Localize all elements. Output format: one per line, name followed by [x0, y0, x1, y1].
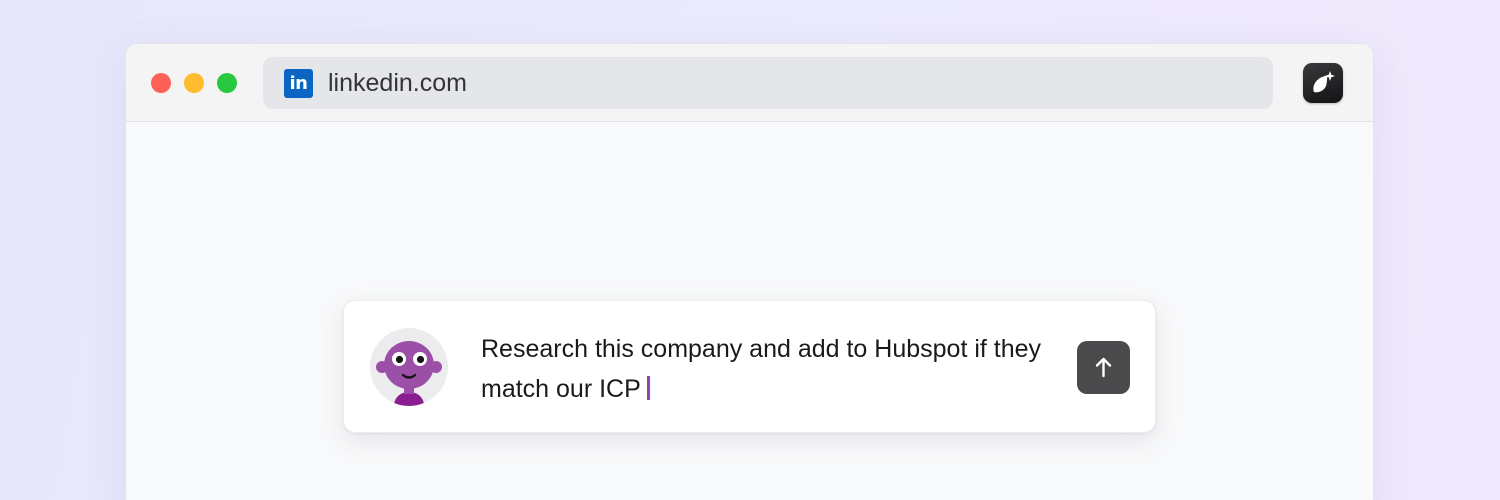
linkedin-icon: in [284, 69, 313, 98]
assistant-avatar [370, 328, 448, 406]
send-button[interactable] [1077, 341, 1130, 394]
text-caret [646, 376, 650, 400]
url-text: linkedin.com [328, 69, 467, 97]
maximize-window-button[interactable] [217, 73, 237, 93]
arrow-up-icon [1095, 357, 1112, 378]
prompt-card: Research this company and add to Hubspot… [343, 300, 1156, 433]
close-window-button[interactable] [151, 73, 171, 93]
purple-character-avatar-icon [376, 341, 442, 406]
ai-extension-icon [1313, 71, 1335, 93]
ai-extension-button[interactable] [1303, 63, 1343, 103]
prompt-text: Research this company and add to Hubspot… [481, 335, 1042, 403]
browser-toolbar: in linkedin.com [126, 44, 1373, 122]
prompt-input[interactable]: Research this company and add to Hubspot… [481, 329, 1061, 409]
minimize-window-button[interactable] [184, 73, 204, 93]
address-bar[interactable]: in linkedin.com [263, 57, 1273, 109]
